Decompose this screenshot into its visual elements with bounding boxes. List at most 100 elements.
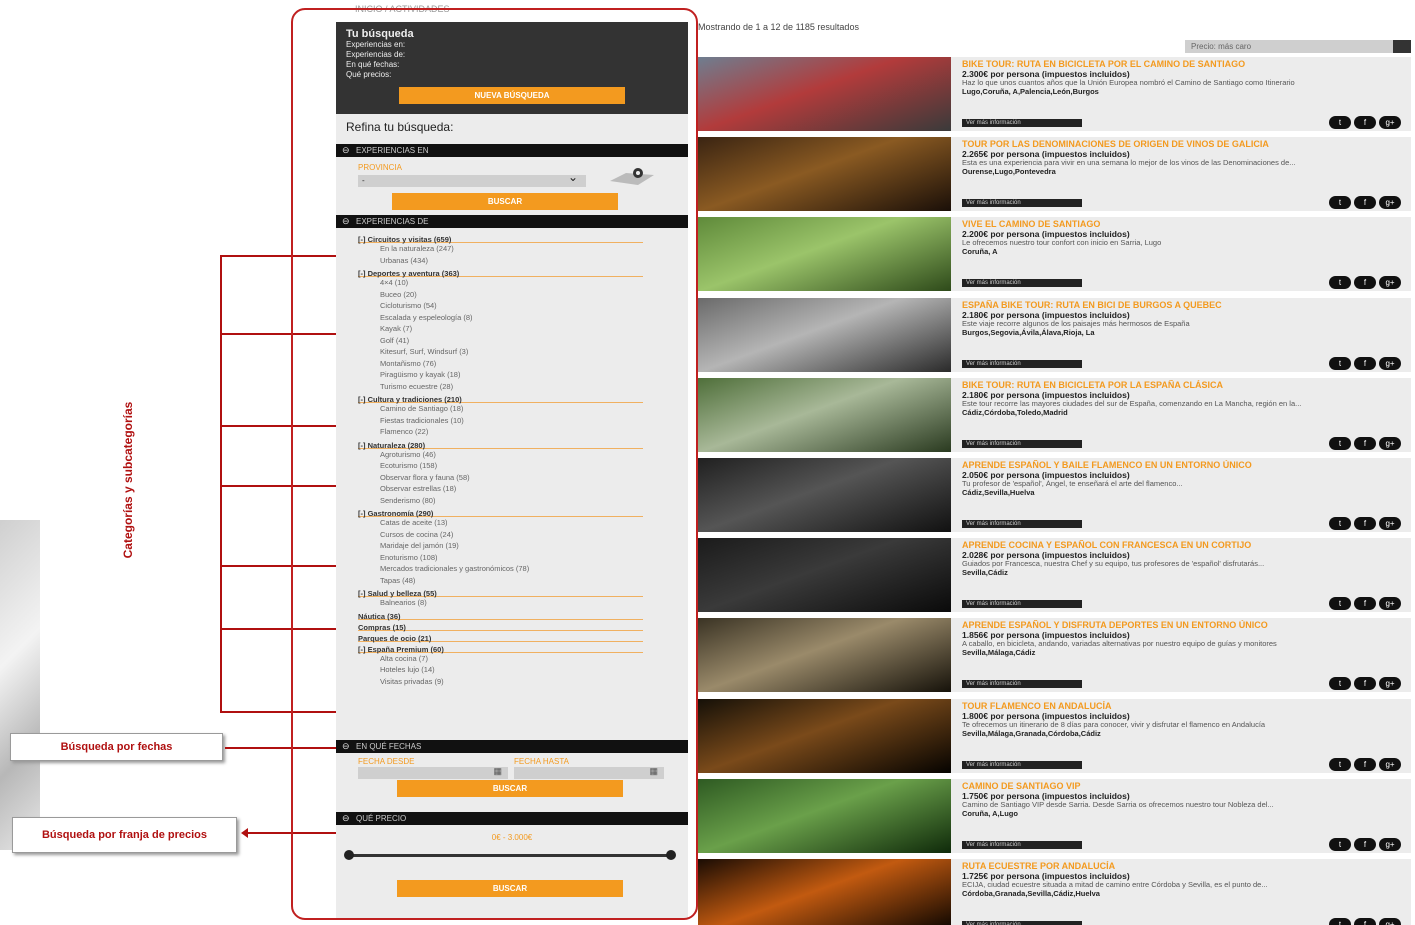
subcategory-item[interactable]: Fiestas tradicionales (10) xyxy=(358,415,688,427)
result-card[interactable]: CAMINO DE SANTIAGO VIP 1.750€ por persona… xyxy=(698,778,1411,853)
googleplus-icon[interactable]: g+ xyxy=(1379,837,1401,851)
subcategory-item[interactable]: Flamenco (22) xyxy=(358,426,688,438)
twitter-icon[interactable]: t xyxy=(1329,356,1351,370)
subcategory-item[interactable]: Visitas privadas (9) xyxy=(358,676,688,688)
result-title[interactable]: VIVE EL CAMINO DE SANTIAGO xyxy=(962,219,1403,229)
subcategory-item[interactable]: Buceo (20) xyxy=(358,289,688,301)
category-item[interactable]: [-] España Premium (60) xyxy=(358,642,643,654)
more-info-button[interactable]: Ver más información xyxy=(962,520,1082,528)
result-card[interactable]: RUTA ECUESTRE POR ANDALUCÍA 1.725€ por pe… xyxy=(698,859,1411,925)
subcategory-item[interactable]: Golf (41) xyxy=(358,335,688,347)
subcategory-item[interactable]: Enoturismo (108) xyxy=(358,552,688,564)
subcategory-item[interactable]: Escalada y espeleología (8) xyxy=(358,312,688,324)
googleplus-icon[interactable]: g+ xyxy=(1379,677,1401,691)
facebook-icon[interactable]: f xyxy=(1354,517,1376,530)
result-image[interactable] xyxy=(698,859,951,925)
more-info-button[interactable]: Ver más información xyxy=(962,119,1082,127)
subcategory-item[interactable]: Ecoturismo (158) xyxy=(358,460,688,472)
googleplus-icon[interactable]: g+ xyxy=(1379,918,1401,925)
price-slider-max-handle[interactable] xyxy=(666,850,676,860)
subcategory-item[interactable]: Observar estrellas (18) xyxy=(358,483,688,495)
result-card[interactable]: APRENDE ESPAÑOL Y BAILE FLAMENCO EN UN E… xyxy=(698,458,1411,532)
result-card[interactable]: APRENDE ESPAÑOL Y DISFRUTA DEPORTES EN U… xyxy=(698,618,1411,693)
googleplus-icon[interactable]: g+ xyxy=(1379,757,1401,771)
result-image[interactable] xyxy=(698,778,951,853)
result-card[interactable]: APRENDE COCINA Y ESPAÑOL CON FRANCESCA E… xyxy=(698,538,1411,613)
category-item[interactable]: [-] Cultura y tradiciones (210) xyxy=(358,392,643,404)
subcategory-item[interactable]: Turismo ecuestre (28) xyxy=(358,381,688,393)
googleplus-icon[interactable]: g+ xyxy=(1379,116,1401,129)
subcategory-item[interactable]: Camino de Santiago (18) xyxy=(358,403,688,415)
facebook-icon[interactable]: f xyxy=(1354,677,1376,691)
subcategory-item[interactable]: Alta cocina (7) xyxy=(358,653,688,665)
date-to-input[interactable] xyxy=(514,766,664,779)
more-info-button[interactable]: Ver más información xyxy=(962,921,1082,925)
googleplus-icon[interactable]: g+ xyxy=(1379,276,1401,290)
facebook-icon[interactable]: f xyxy=(1354,276,1376,290)
twitter-icon[interactable]: t xyxy=(1329,116,1351,129)
category-item[interactable]: [-] Naturaleza (280) xyxy=(358,438,643,450)
subcategory-item[interactable]: Piragüismo y kayak (18) xyxy=(358,369,688,381)
category-item[interactable]: [-] Salud y belleza (55) xyxy=(358,586,643,598)
result-title[interactable]: TOUR POR LAS DENOMINACIONES DE ORIGEN DE… xyxy=(962,139,1403,149)
section-precio[interactable]: QUÉ PRECIO xyxy=(336,812,688,825)
subcategory-item[interactable]: En la naturaleza (247) xyxy=(358,243,688,255)
result-image[interactable] xyxy=(698,377,951,452)
more-info-button[interactable]: Ver más información xyxy=(962,439,1082,448)
more-info-button[interactable]: Ver más información xyxy=(962,840,1082,849)
googleplus-icon[interactable]: g+ xyxy=(1379,597,1401,611)
subcategory-item[interactable]: Observar flora y fauna (58) xyxy=(358,472,688,484)
result-title[interactable]: BIKE TOUR: RUTA EN BICICLETA POR LA ESPA… xyxy=(962,380,1403,390)
result-image[interactable] xyxy=(698,137,951,212)
googleplus-icon[interactable]: g+ xyxy=(1379,356,1401,370)
twitter-icon[interactable]: t xyxy=(1329,597,1351,611)
twitter-icon[interactable]: t xyxy=(1329,918,1351,925)
subcategory-item[interactable]: Cursos de cocina (24) xyxy=(358,529,688,541)
result-card[interactable]: VIVE EL CAMINO DE SANTIAGO 2.200€ por per… xyxy=(698,217,1411,292)
more-info-button[interactable]: Ver más información xyxy=(962,760,1082,769)
result-title[interactable]: ESPAÑA BIKE TOUR: RUTA EN BICI DE BURGOS… xyxy=(962,300,1403,310)
subcategory-item[interactable]: Kayak (7) xyxy=(358,323,688,335)
price-search-button[interactable]: BUSCAR xyxy=(397,880,623,897)
category-item[interactable]: Compras (15) xyxy=(358,620,643,632)
result-card[interactable]: BIKE TOUR: RUTA EN BICICLETA POR EL CAMI… xyxy=(698,57,1411,131)
result-image[interactable] xyxy=(698,698,951,773)
section-experiencias-de[interactable]: EXPERIENCIAS DE xyxy=(336,215,688,228)
result-image[interactable] xyxy=(698,538,951,613)
province-select[interactable]: - xyxy=(358,171,586,187)
result-image[interactable] xyxy=(698,297,951,372)
more-info-button[interactable]: Ver más información xyxy=(962,680,1082,689)
result-title[interactable]: APRENDE ESPAÑOL Y DISFRUTA DEPORTES EN U… xyxy=(962,620,1403,630)
facebook-icon[interactable]: f xyxy=(1354,757,1376,771)
subcategory-item[interactable]: Maridaje del jamón (19) xyxy=(358,540,688,552)
result-title[interactable]: APRENDE ESPAÑOL Y BAILE FLAMENCO EN UN E… xyxy=(962,460,1403,470)
twitter-icon[interactable]: t xyxy=(1329,196,1351,210)
result-card[interactable]: TOUR FLAMENCO EN ANDALUCÍA 1.800€ por per… xyxy=(698,698,1411,773)
subcategory-item[interactable]: Catas de aceite (13) xyxy=(358,517,688,529)
subcategory-item[interactable]: Balnearios (8) xyxy=(358,597,688,609)
result-title[interactable]: APRENDE COCINA Y ESPAÑOL CON FRANCESCA E… xyxy=(962,540,1403,550)
result-image[interactable] xyxy=(698,618,951,693)
price-slider-track[interactable] xyxy=(348,854,674,857)
subcategory-item[interactable]: Mercados tradicionales y gastronómicos (… xyxy=(358,563,688,575)
breadcrumb[interactable]: INICIO / ACTIVIDADES xyxy=(355,4,450,14)
subcategory-item[interactable]: Agroturismo (46) xyxy=(358,449,688,461)
result-image[interactable] xyxy=(698,217,951,292)
province-search-button[interactable]: BUSCAR xyxy=(392,193,618,210)
more-info-button[interactable]: Ver más información xyxy=(962,199,1082,208)
result-title[interactable]: CAMINO DE SANTIAGO VIP xyxy=(962,781,1403,791)
result-image[interactable] xyxy=(698,57,951,131)
more-info-button[interactable]: Ver más información xyxy=(962,359,1082,368)
price-slider-min-handle[interactable] xyxy=(344,850,354,860)
twitter-icon[interactable]: t xyxy=(1329,517,1351,530)
sort-select[interactable]: Precio: más caro xyxy=(1185,40,1411,53)
result-image[interactable] xyxy=(698,458,951,532)
twitter-icon[interactable]: t xyxy=(1329,436,1351,450)
subcategory-item[interactable]: Senderismo (80) xyxy=(358,495,688,507)
category-item[interactable]: Parques de ocio (21) xyxy=(358,631,643,643)
subcategory-item[interactable]: Montañismo (76) xyxy=(358,358,688,370)
result-card[interactable]: TOUR POR LAS DENOMINACIONES DE ORIGEN DE… xyxy=(698,137,1411,212)
subcategory-item[interactable]: Kitesurf, Surf, Windsurf (3) xyxy=(358,346,688,358)
subcategory-item[interactable]: 4×4 (10) xyxy=(358,277,688,289)
facebook-icon[interactable]: f xyxy=(1354,196,1376,210)
